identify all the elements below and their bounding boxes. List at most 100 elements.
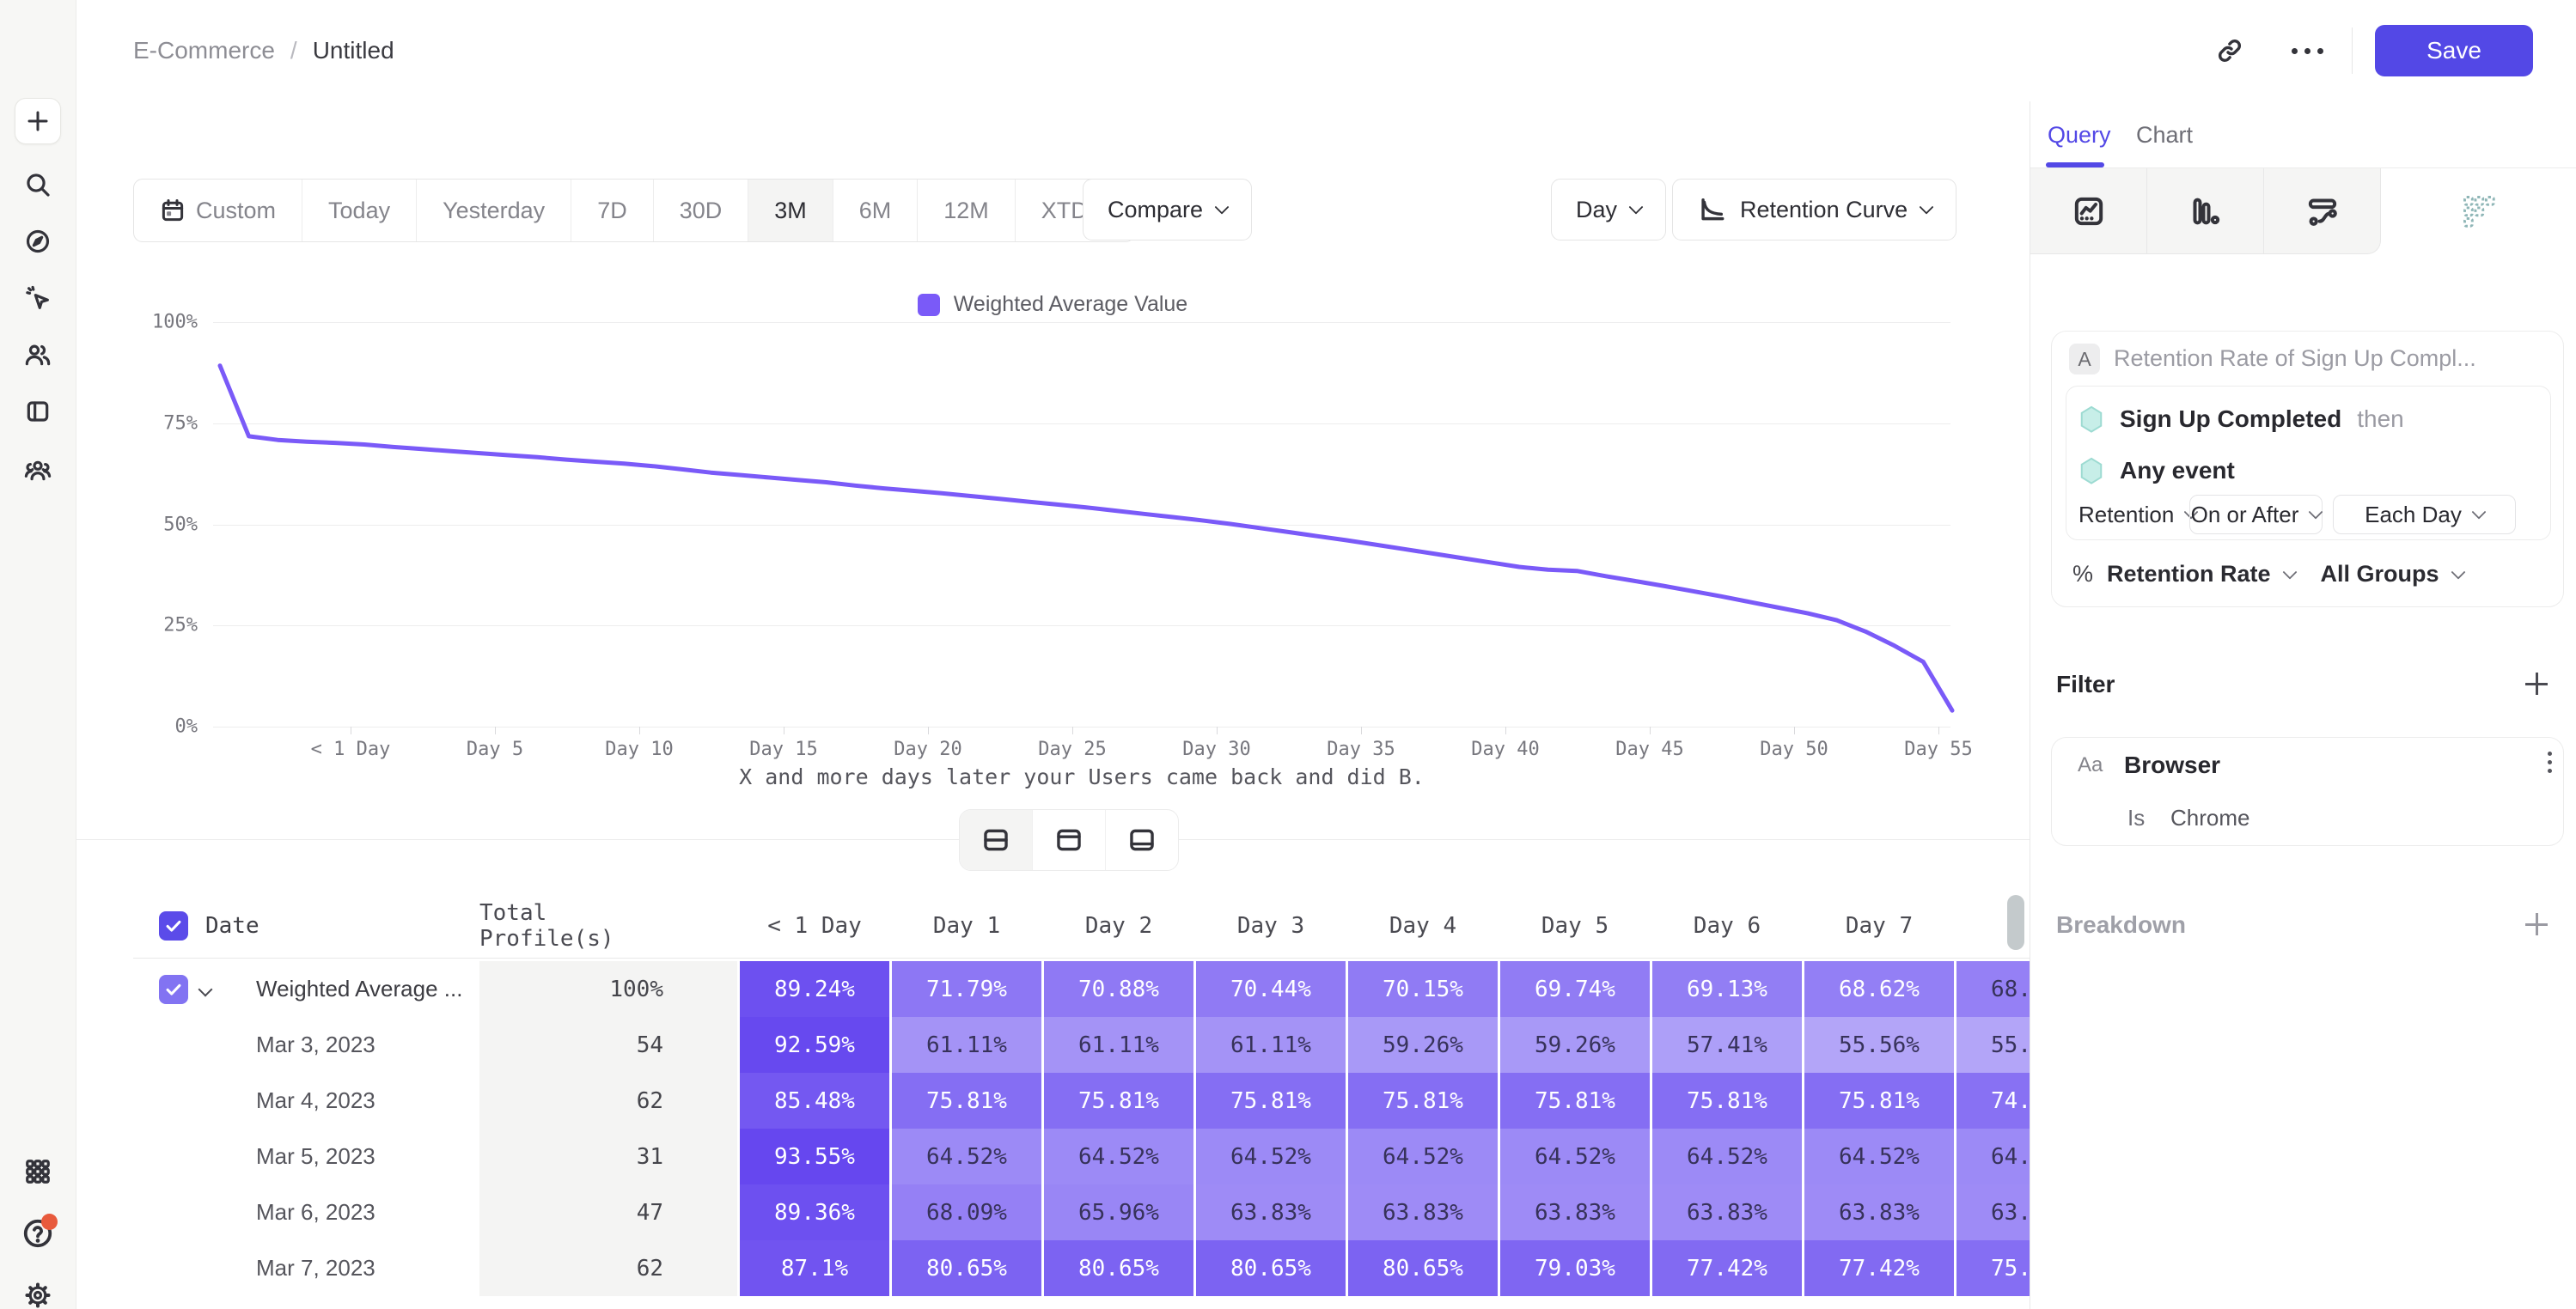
retention-cell[interactable]: 77.42% (1804, 1240, 1954, 1296)
retention-cell[interactable]: 63.83% (1652, 1184, 1802, 1240)
retention-cell[interactable]: 75.81% (892, 1073, 1041, 1129)
row-label-cell[interactable]: Mar 7, 2023 (133, 1240, 477, 1296)
column-header-day-6[interactable]: Day 6 (1652, 893, 1802, 958)
retention-cell[interactable]: 75.81% (1348, 1073, 1498, 1129)
add-breakdown-button[interactable] (2524, 911, 2549, 937)
retention-cell[interactable]: 74.19% (1956, 1073, 2030, 1129)
retention-cell[interactable]: 64.52% (1652, 1129, 1802, 1184)
retention-cell[interactable]: 64.52% (892, 1129, 1041, 1184)
retention-cell[interactable]: 55.56% (1804, 1017, 1954, 1073)
retention-cell[interactable]: 93.55% (740, 1129, 889, 1184)
range-7d[interactable]: 7D (571, 180, 653, 241)
retention-type-dropdown[interactable]: Retention (2079, 495, 2196, 534)
range-3m[interactable]: 3M (748, 180, 833, 241)
event-row-1[interactable]: Sign Up Completed then (2079, 405, 2404, 433)
compare-button[interactable]: Compare (1083, 179, 1252, 240)
retention-cell[interactable]: 92.59% (740, 1017, 889, 1073)
layout-split-button[interactable] (960, 810, 1032, 870)
retention-cell[interactable]: 64.52% (1044, 1129, 1193, 1184)
chart-type-bar-tab[interactable] (2147, 168, 2264, 254)
column-header-date[interactable]: Date (133, 893, 477, 958)
retention-cell[interactable]: 75.81% (1500, 1073, 1650, 1129)
table-scrollbar-thumb[interactable] (2007, 895, 2024, 950)
more-options-button[interactable] (2281, 25, 2333, 76)
filter-operator[interactable]: Is (2127, 805, 2145, 831)
chart-type-flow-tab[interactable] (2264, 168, 2381, 254)
retention-cell[interactable]: 64.52% (1956, 1129, 2030, 1184)
condition-dropdown[interactable]: On or After (2189, 495, 2323, 534)
column-header-total-profile-s-[interactable]: Total Profile(s) (479, 893, 737, 958)
row-label-cell[interactable]: Mar 3, 2023 (133, 1017, 477, 1073)
column-header-day-7[interactable]: Day 7 (1804, 893, 1954, 958)
retention-cell[interactable]: 64.52% (1348, 1129, 1498, 1184)
groups-dropdown[interactable]: All Groups (2321, 561, 2439, 588)
retention-cell[interactable]: 89.24% (740, 961, 889, 1017)
filter-value[interactable]: Chrome (2170, 805, 2249, 831)
retention-cell[interactable]: 61.11% (1196, 1017, 1346, 1073)
granularity-dropdown[interactable]: Day (1551, 179, 1666, 240)
row-checkbox[interactable] (159, 975, 188, 1004)
add-filter-button[interactable] (2524, 671, 2549, 697)
breadcrumb-workspace[interactable]: E-Commerce (133, 37, 275, 64)
retention-cell[interactable]: 85.48% (740, 1073, 889, 1129)
column-header-day-4[interactable]: Day 4 (1348, 893, 1498, 958)
tab-chart[interactable]: Chart (2136, 101, 2193, 168)
retention-cell[interactable]: 79.03% (1500, 1240, 1650, 1296)
column-header-day-3[interactable]: Day 3 (1196, 893, 1346, 958)
retention-cell[interactable]: 70.44% (1196, 961, 1346, 1017)
retention-cell[interactable]: 71.79% (892, 961, 1041, 1017)
retention-cell[interactable]: 64.52% (1804, 1129, 1954, 1184)
retention-cell[interactable]: 89.36% (740, 1184, 889, 1240)
events-nav-button[interactable] (19, 279, 57, 317)
users-nav-button[interactable] (19, 336, 57, 374)
retention-cell[interactable]: 64.52% (1196, 1129, 1346, 1184)
retention-cell[interactable]: 75.81% (1652, 1073, 1802, 1129)
row-label-cell[interactable]: Weighted Average ... (133, 961, 477, 1017)
help-button[interactable] (19, 1215, 57, 1252)
period-dropdown[interactable]: Each Day (2333, 495, 2516, 534)
retention-cell[interactable]: 59.26% (1348, 1017, 1498, 1073)
select-all-checkbox[interactable] (159, 911, 188, 941)
chart-type-insights-tab[interactable] (2030, 168, 2147, 254)
range-today[interactable]: Today (302, 180, 416, 241)
retention-cell[interactable]: 80.65% (1348, 1240, 1498, 1296)
explore-nav-button[interactable] (19, 222, 57, 260)
retention-cell[interactable]: 87.1% (740, 1240, 889, 1296)
chart-view-dropdown[interactable]: Retention Curve (1672, 179, 1956, 240)
new-report-button[interactable] (15, 98, 61, 144)
retention-cell[interactable]: 80.65% (1044, 1240, 1193, 1296)
retention-cell[interactable]: 57.41% (1652, 1017, 1802, 1073)
retention-cell[interactable]: 61.11% (1044, 1017, 1193, 1073)
retention-cell[interactable]: 59.26% (1500, 1017, 1650, 1073)
retention-cell[interactable]: 75.81% (1196, 1073, 1346, 1129)
query-title[interactable]: Retention Rate of Sign Up Compl... (2114, 345, 2543, 372)
layout-chart-only-button[interactable] (1032, 810, 1105, 870)
tab-query[interactable]: Query (2048, 101, 2111, 168)
chart-legend[interactable]: Weighted Average Value (76, 292, 2030, 317)
filter-property[interactable]: Browser (2124, 752, 2220, 779)
layout-table-only-button[interactable] (1105, 810, 1178, 870)
column-header-day-2[interactable]: Day 2 (1044, 893, 1193, 958)
range-6m[interactable]: 6M (833, 180, 918, 241)
retention-cell[interactable]: 70.88% (1044, 961, 1193, 1017)
range-custom[interactable]: Custom (134, 180, 302, 241)
retention-cell[interactable]: 75.81% (1804, 1073, 1954, 1129)
save-button[interactable]: Save (2375, 25, 2533, 76)
filter-menu-button[interactable] (2536, 752, 2562, 773)
event-row-2[interactable]: Any event (2079, 457, 2235, 484)
retention-cell[interactable]: 70.15% (1348, 961, 1498, 1017)
share-link-button[interactable] (2204, 25, 2256, 76)
retention-cell[interactable]: 68.09% (892, 1184, 1041, 1240)
retention-cell[interactable]: 68.11% (1956, 961, 2030, 1017)
retention-cell[interactable]: 64.52% (1500, 1129, 1650, 1184)
retention-cell[interactable]: 61.11% (892, 1017, 1041, 1073)
range-yesterday[interactable]: Yesterday (416, 180, 571, 241)
retention-cell[interactable]: 63.83% (1348, 1184, 1498, 1240)
cohorts-nav-button[interactable] (19, 451, 57, 489)
retention-cell[interactable]: 55.56% (1956, 1017, 2030, 1073)
retention-cell[interactable]: 80.65% (1196, 1240, 1346, 1296)
chart-type-retention-tab[interactable] (2381, 168, 2576, 254)
column-header-day-5[interactable]: Day 5 (1500, 893, 1650, 958)
column-header-day-1[interactable]: Day 1 (892, 893, 1041, 958)
row-label-cell[interactable]: Mar 5, 2023 (133, 1129, 477, 1184)
